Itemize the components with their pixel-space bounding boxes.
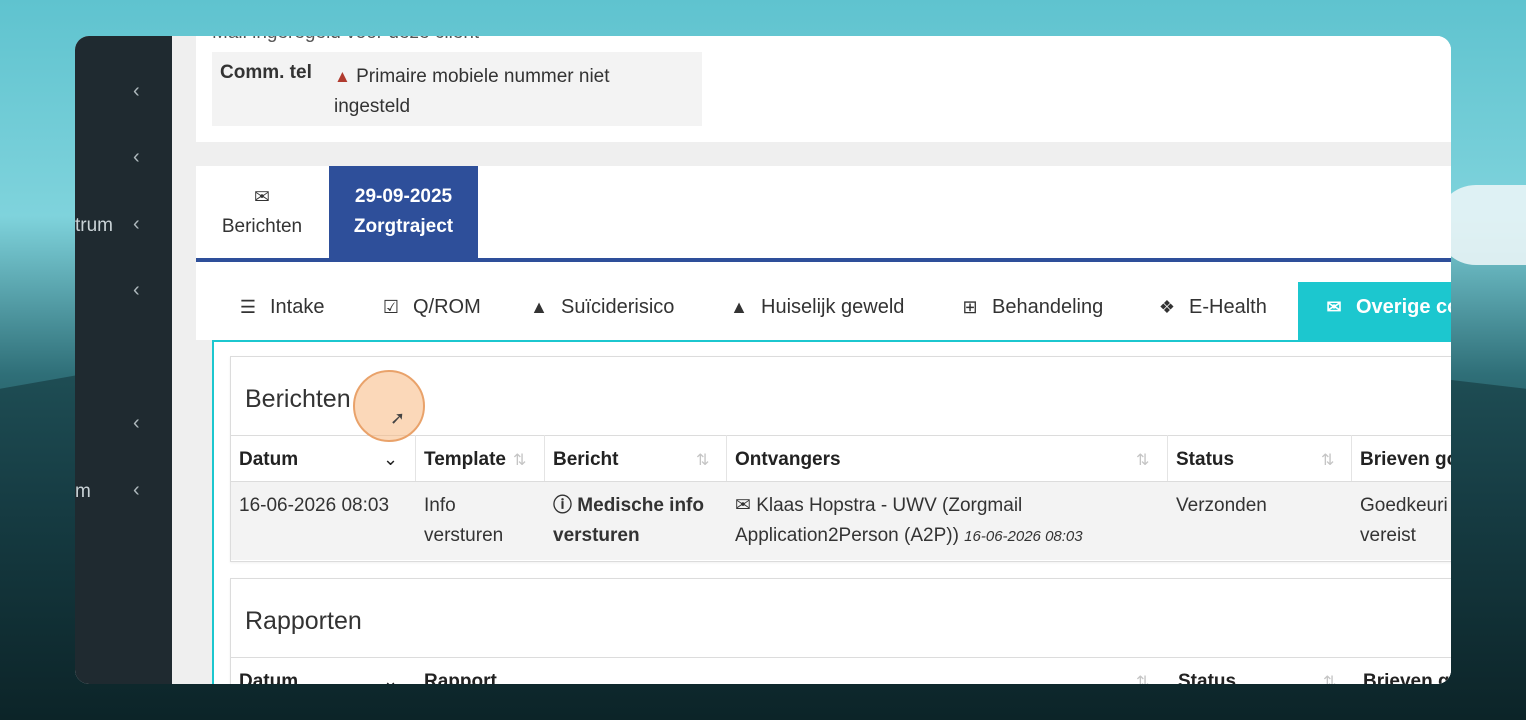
envelope-icon: ✉: [1326, 297, 1342, 317]
chevron-down-icon[interactable]: ⌄: [383, 449, 398, 470]
sidebar-item-label: trum: [75, 215, 113, 236]
subtab-suiciderisico[interactable]: ▲ Suïciderisico: [527, 296, 674, 319]
column-header-datum[interactable]: Datum: [239, 671, 298, 684]
cell-ontvangers-time: 16-06-2026 08:03: [964, 528, 1083, 545]
subtab-intake[interactable]: ☰ Intake: [236, 296, 325, 319]
envelope-icon: ✉: [735, 495, 751, 516]
comm-tel-value: ▲ Primaire mobiele nummer niet ingesteld: [334, 62, 654, 122]
cell-template: Info versturen: [424, 495, 504, 546]
chevron-left-icon: ‹: [133, 80, 140, 102]
sort-icon[interactable]: ⇅: [1136, 450, 1149, 470]
cut-off-row: Mail ingeregeld voor deze client: [212, 36, 479, 44]
column-header-status[interactable]: Status: [1178, 671, 1236, 684]
rapporten-title: Rapporten: [245, 607, 362, 635]
sidebar-item-2[interactable]: ‹: [75, 144, 172, 174]
chevron-left-icon: ‹: [133, 279, 140, 301]
sidebar-item-4[interactable]: ‹: [75, 277, 172, 307]
column-header-datum[interactable]: Datum: [239, 449, 298, 471]
tab-zorgtraject-date: 29-09-2025: [354, 186, 453, 207]
sidebar-item-5[interactable]: ‹: [75, 410, 172, 440]
chevron-left-icon: ‹: [133, 479, 140, 501]
divider: [231, 435, 1451, 436]
subtab-label: Suïciderisico: [561, 296, 675, 318]
client-info-card: Mail ingeregeld voor deze client Comm. t…: [196, 36, 1451, 142]
subtab-label: Q/ROM: [413, 296, 481, 318]
sidebar-item-6[interactable]: m ‹: [75, 477, 172, 507]
column-header-brieven[interactable]: Brieven g: [1363, 671, 1450, 684]
cursor-highlight: ➚: [353, 370, 425, 442]
sort-icon[interactable]: ⇅: [1136, 672, 1149, 684]
column-header-template[interactable]: Template: [424, 449, 506, 471]
cubes-icon: ❖: [1158, 297, 1176, 317]
sliders-icon: ☰: [239, 297, 257, 317]
divider: [1167, 435, 1168, 481]
column-header-ontvangers[interactable]: Ontvangers: [735, 449, 841, 471]
comm-tel-value-text: Primaire mobiele nummer niet ingesteld: [334, 66, 610, 117]
main-content: Mail ingeregeld voor deze client Comm. t…: [172, 36, 1451, 684]
subtab-ehealth[interactable]: ❖ E-Health: [1155, 296, 1267, 319]
app-window: ‹ ‹ trum ‹ ‹ ‹ m ‹ Mail ingeregeld voor …: [75, 36, 1451, 684]
cell-bericht[interactable]: ⓘ Medische info versturen: [553, 491, 723, 551]
subtab-label: Intake: [270, 296, 325, 318]
divider: [415, 435, 416, 481]
comm-tel-row: Comm. tel ▲ Primaire mobiele nummer niet…: [212, 52, 702, 126]
warning-icon: ▲: [530, 297, 548, 317]
subtab-huiselijk-geweld[interactable]: ▲ Huiselijk geweld: [727, 296, 904, 319]
tab-zorgtraject-label: Zorgtraject: [353, 216, 454, 237]
sidebar-item-1[interactable]: ‹: [75, 78, 172, 108]
column-header-rapport[interactable]: Rapport: [424, 671, 497, 684]
cell-ontvangers: ✉ Klaas Hopstra - UWV (Zorgmail Applicat…: [735, 491, 1155, 552]
tab-berichten[interactable]: ✉ Berichten: [196, 166, 328, 258]
mouse-pointer-icon: ➚: [390, 408, 406, 428]
tab-zorgtraject[interactable]: 29-09-2025 Zorgtraject: [329, 166, 478, 258]
sidebar: ‹ ‹ trum ‹ ‹ ‹ m ‹: [75, 36, 172, 684]
chevron-left-icon: ‹: [133, 213, 140, 235]
comm-tel-label: Comm. tel: [220, 62, 312, 83]
warning-icon: ▲: [730, 297, 748, 317]
divider: [726, 435, 727, 481]
main-tabs: ✉ Berichten 29-09-2025 Zorgtraject: [196, 166, 1451, 262]
subtab-overige-communicatie[interactable]: ✉ Overige co: [1298, 282, 1451, 340]
sort-icon[interactable]: ⇅: [1323, 672, 1336, 684]
subtab-behandeling[interactable]: ⊞ Behandeling: [958, 296, 1103, 319]
sidebar-item-centrum[interactable]: trum ‹: [75, 211, 172, 241]
warning-icon: ▲: [334, 67, 351, 86]
cell-datum: 16-06-2026 08:03: [239, 495, 390, 516]
cell-brieven: Goedkeuri vereist: [1360, 495, 1448, 546]
sub-tabs: ☰ Intake ☑ Q/ROM ▲ Suïciderisico ▲ Huiselijk…: [196, 262, 1451, 340]
cell-bericht-text: Medische info versturen: [553, 495, 704, 546]
medkit-icon: ⊞: [962, 297, 978, 317]
cell-status: Verzonden: [1176, 495, 1267, 516]
sidebar-item-label: m: [75, 481, 91, 502]
info-icon: ⓘ: [553, 495, 573, 516]
sort-icon[interactable]: ⇅: [1321, 450, 1334, 470]
tab-berichten-label: Berichten: [221, 216, 303, 237]
check-square-icon: ☑: [382, 297, 400, 317]
rapporten-card: Rapporten Datum ⌄ Rapport ⇅ Status ⇅ Bri…: [230, 578, 1451, 684]
subtab-label: E-Health: [1189, 296, 1267, 318]
subtab-qrom[interactable]: ☑ Q/ROM: [379, 296, 481, 319]
sort-icon[interactable]: ⇅: [513, 450, 526, 470]
column-header-status[interactable]: Status: [1176, 449, 1234, 471]
chevron-left-icon: ‹: [133, 412, 140, 434]
divider: [544, 435, 545, 481]
column-header-bericht[interactable]: Bericht: [553, 449, 618, 471]
envelope-icon: ✉: [254, 187, 270, 208]
berichten-title: Berichten: [245, 385, 351, 413]
column-header-brieven[interactable]: Brieven go: [1360, 449, 1451, 471]
subtab-label: Huiselijk geweld: [761, 296, 905, 318]
subtab-label: Overige co: [1356, 296, 1451, 318]
chevron-down-icon[interactable]: ⌄: [383, 671, 398, 684]
divider: [231, 657, 1451, 658]
sort-icon[interactable]: ⇅: [696, 450, 709, 470]
subtab-label: Behandeling: [992, 296, 1104, 318]
divider: [1351, 435, 1352, 481]
chevron-left-icon: ‹: [133, 146, 140, 168]
